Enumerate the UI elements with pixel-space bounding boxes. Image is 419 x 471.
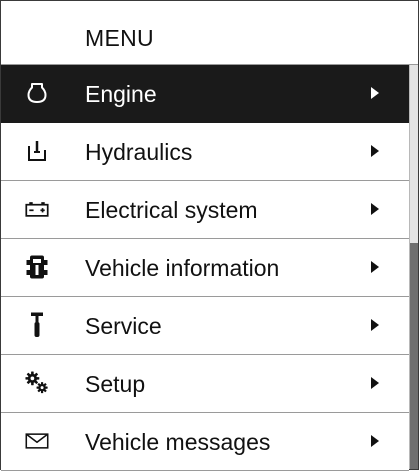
menu-item-label: Electrical system [85, 197, 258, 223]
hydraulics-icon [25, 137, 49, 165]
menu-item-setup[interactable]: Setup [1, 355, 409, 413]
gears-icon [25, 369, 49, 397]
scrollbar[interactable] [409, 65, 418, 469]
menu-list: Engine Hydraulics Electrical system Vehi… [1, 65, 418, 471]
menu-title: MENU [85, 25, 154, 51]
chevron-right-icon [371, 377, 379, 389]
menu-header: MENU [1, 1, 418, 65]
battery-icon [25, 195, 49, 223]
chevron-right-icon [371, 435, 379, 447]
vehicle-info-icon [25, 253, 49, 281]
menu-item-label: Engine [85, 81, 157, 107]
menu-item-vehicle-messages[interactable]: Vehicle messages [1, 413, 409, 471]
chevron-right-icon [371, 145, 379, 157]
menu-item-label: Vehicle messages [85, 429, 271, 455]
menu-item-service[interactable]: Service [1, 297, 409, 355]
chevron-right-icon [371, 203, 379, 215]
envelope-icon [25, 427, 49, 455]
chevron-right-icon [371, 319, 379, 331]
menu-item-label: Vehicle information [85, 255, 280, 281]
chevron-right-icon [371, 261, 379, 273]
menu-item-label: Setup [85, 371, 146, 397]
menu-item-label: Service [85, 313, 162, 339]
menu-item-label: Hydraulics [85, 139, 193, 165]
menu-item-vehicle-information[interactable]: Vehicle information [1, 239, 409, 297]
menu-item-hydraulics[interactable]: Hydraulics [1, 123, 409, 181]
menu-item-engine[interactable]: Engine [1, 65, 418, 123]
menu-panel: MENU Engine Hydraulics Electrical system… [0, 0, 419, 471]
scrollbar-thumb[interactable] [410, 243, 418, 469]
menu-item-electrical-system[interactable]: Electrical system [1, 181, 409, 239]
engine-icon [25, 79, 49, 107]
chevron-right-icon [371, 87, 379, 99]
service-tool-icon [25, 311, 49, 339]
